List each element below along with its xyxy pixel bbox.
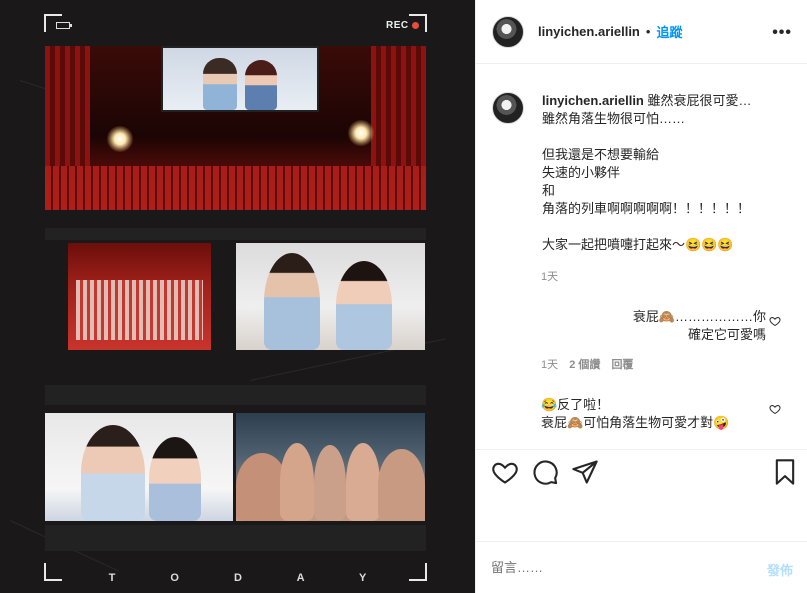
person-figure	[314, 445, 346, 521]
duo-pose-photo	[236, 243, 425, 350]
theater-wall	[45, 46, 90, 166]
person-figure	[280, 443, 314, 521]
group-selfie-photo	[236, 413, 425, 521]
paper-plane-icon[interactable]	[571, 458, 599, 486]
caption-time[interactable]: 1天	[541, 271, 558, 283]
cinema-screen	[161, 46, 319, 112]
battery-icon	[56, 22, 72, 29]
theater-seats	[45, 166, 426, 210]
person-figure	[203, 58, 237, 110]
comment-time[interactable]: 1天	[541, 359, 558, 371]
today-label: T O D A Y	[108, 572, 393, 584]
audience-crowd	[76, 280, 203, 340]
more-horizontal-icon[interactable]: •••	[772, 24, 792, 42]
stage-light	[348, 120, 374, 146]
person-figure	[149, 437, 201, 521]
comment-text: 衰屁🙈………………你 確定它可愛嗎	[632, 309, 766, 342]
duo-selfie-photo	[45, 413, 233, 521]
action-bar	[475, 449, 807, 497]
caption-username[interactable]: linyichen.ariellin	[542, 93, 644, 108]
caption-meta: 1天	[541, 268, 566, 284]
theater-wall	[371, 46, 426, 166]
person-figure	[336, 261, 392, 350]
person-figure	[264, 253, 320, 350]
caption-text: 雖然衰屁很可愛… 雖然角落生物很可怕…… 但我還是不想要輸給 失速的小夥伴 和 …	[542, 93, 752, 252]
frame-gap	[45, 385, 426, 405]
comment-likes[interactable]: 2 個讚	[569, 359, 600, 371]
post-header: linyichen.ariellin • 追蹤 •••	[476, 0, 807, 64]
record-dot-icon	[411, 22, 419, 29]
comment-icon[interactable]	[531, 458, 559, 486]
comment-like-heart-icon[interactable]	[769, 315, 781, 327]
reply-button[interactable]: 回覆	[611, 359, 633, 371]
bookmark-icon[interactable]	[771, 458, 799, 486]
person-figure	[378, 449, 425, 521]
comment-like-heart-icon[interactable]	[769, 403, 781, 415]
separator-dot: •	[645, 24, 651, 39]
person-figure	[81, 425, 145, 521]
stage-light	[107, 126, 133, 152]
post-image[interactable]: REC T O D A Y	[0, 0, 475, 593]
post-panel: linyichen.ariellin • 追蹤 ••• linyichen.ar…	[475, 0, 807, 593]
reply-comment-text: 😂反了啦！ 衰屁🙈可怕角落生物可愛才對🤪	[541, 397, 730, 430]
avatar[interactable]	[492, 15, 524, 48]
rec-indicator: REC	[386, 20, 419, 31]
audience-photo	[68, 243, 211, 350]
comment-meta: 1天 2 個讚 回覆	[541, 356, 641, 372]
person-figure	[346, 443, 380, 521]
frame-gap	[45, 525, 426, 551]
theater-photo	[45, 46, 426, 210]
comment-input[interactable]	[491, 560, 731, 575]
rec-label: REC	[386, 20, 409, 31]
post-button[interactable]: 發佈	[767, 560, 793, 579]
avatar[interactable]	[492, 92, 524, 124]
comment-composer: 發佈	[475, 541, 807, 593]
heart-icon[interactable]	[491, 458, 519, 486]
header-username[interactable]: linyichen.ariellin	[538, 24, 640, 39]
caption-body: linyichen.ariellin 雖然衰屁很可愛… 雖然角落生物很可怕…… …	[542, 92, 792, 254]
frame-gap	[45, 228, 426, 240]
person-figure	[245, 60, 277, 110]
follow-button[interactable]: 追蹤	[656, 22, 682, 41]
